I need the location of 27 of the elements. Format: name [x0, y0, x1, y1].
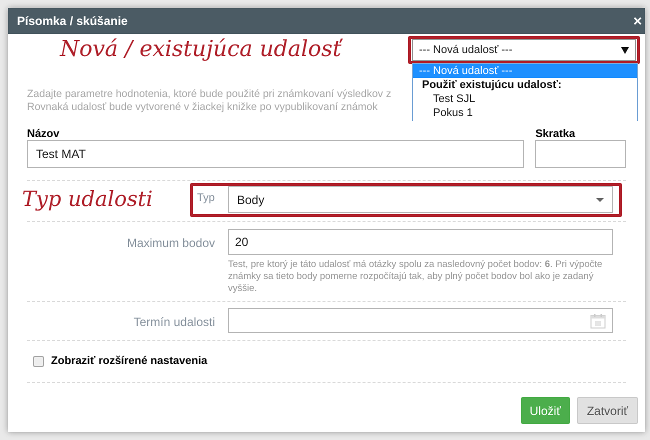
- description-text: Zadajte parametre hodnotenia, ktoré bude použité pri známkovaní výsledkov z: [27, 88, 392, 101]
- description-text: Rovnaká udalosť bude vytvorené v žiackej knižke po vypublikovaní známok: [27, 101, 378, 114]
- close-button[interactable]: ×: [633, 14, 642, 28]
- annotation-text: Typ udalosti: [22, 186, 153, 213]
- calendar-icon: [590, 312, 606, 328]
- checkbox-label: Zobraziť rozšírené nastavenia: [51, 354, 208, 370]
- help-text: Test, pre ktorý je táto udalosť má otázky spolu za nasledovný počet bodov: 6. Pri výpočte známky sa tieto body pomerne rozpočítajú tak, aby plný počet bodov bol ako je zadaný vyššie.: [228, 259, 604, 295]
- date-input[interactable]: [228, 308, 613, 333]
- close-button[interactable]: Zatvoriť: [576, 397, 638, 424]
- type-select[interactable]: Body: [228, 186, 613, 213]
- max-points-input[interactable]: 20: [228, 229, 613, 255]
- option-group-label: Použiť existujúcu udalosť:: [421, 78, 562, 92]
- field-label: Termín udalosti: [132, 314, 215, 331]
- field-label: Maximum bodov: [126, 235, 215, 252]
- checkbox[interactable]: [33, 356, 44, 367]
- field-label: Skratka: [535, 127, 576, 140]
- annotation-text: Nová / existujúca udalosť: [60, 36, 342, 64]
- name-input[interactable]: Test MAT: [27, 140, 524, 168]
- dialog-title: Písomka / skúšanie: [17, 13, 128, 30]
- field-label: Typ: [197, 191, 215, 206]
- caret-icon: [621, 46, 629, 54]
- dropdown-option[interactable]: Pokus 1: [413, 106, 637, 120]
- caret-icon: [596, 198, 604, 202]
- event-select[interactable]: --- Nová udalosť ---: [412, 39, 636, 61]
- short-name-input[interactable]: [535, 140, 626, 168]
- dropdown-option[interactable]: Test SJL: [413, 92, 637, 106]
- field-label: Názov: [27, 127, 60, 140]
